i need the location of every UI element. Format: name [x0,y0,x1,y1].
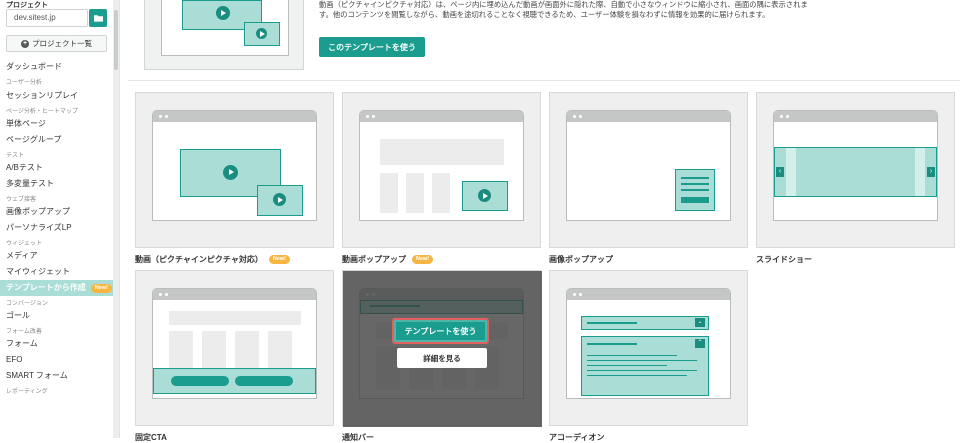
chevron-down-icon: ⌄ [695,318,705,327]
plus-circle-icon: + [21,39,29,48]
sidebar-scroll-thumb[interactable] [114,10,118,70]
template-title: スライドショー [756,255,812,264]
use-this-template-button[interactable]: このテンプレートを使う [319,37,425,57]
chevron-up-icon: ⌃ [695,339,705,348]
sidebar-nav: ダッシュボードユーザー分析セッションリプレイページ分析・ヒートマップ 単体ページペ… [0,59,114,396]
hover-overlay: テンプレートを使う 詳細を見る [343,271,542,427]
nav-section-heading: フォーム改善 [6,329,42,335]
template-thumbnail[interactable]: テンプレートを使う 詳細を見る [342,270,542,427]
sidebar-nav-item[interactable]: セッションリプレイ [0,88,114,104]
new-badge: New! [412,255,434,264]
sidebar-nav-item[interactable]: メディア [0,248,114,264]
project-domain-select[interactable]: dev.sitest.jp [6,9,88,27]
view-details-button[interactable]: 詳細を見る [397,348,487,368]
chevron-left-icon: ‹ [776,167,784,177]
nav-section-heading: ウィジェット [6,241,43,247]
sidebar-nav-item[interactable]: 画像ポップアップ [0,204,114,220]
template-thumbnail[interactable] [135,270,334,426]
template-video-pip[interactable]: 動画（ピクチャインピクチャ対応） New! [135,92,334,265]
nav-section-heading: ウェブ接客 [6,197,37,203]
nav-section-heading: コンバージョン [6,301,48,307]
sidebar-nav-item[interactable]: ページグループ [0,132,114,148]
sidebar-nav-item[interactable]: マイウィジェット [0,264,114,280]
nav-section-heading: テスト [6,153,25,159]
sidebar-nav-item[interactable]: ダッシュボード [0,59,114,75]
template-thumbnail[interactable]: ⌄ ⌃ [549,270,748,426]
sidebar-nav-item[interactable]: テンプレートから作成 New! [0,280,114,296]
main-content: 動画（ピクチャインピクチャ対応）は、ページ内に埋め込んだ動画が画面外に隠れた際、… [120,0,960,442]
divider [128,80,960,81]
selected-template-preview [144,0,304,70]
template-thumbnail[interactable] [549,92,748,248]
sidebar: プロジェクト dev.sitest.jp + プロジェクト一覧 ダッシュボードユ… [0,0,120,438]
folder-button[interactable] [89,9,107,27]
new-badge: New! [90,283,112,293]
template-description: 動画（ピクチャインピクチャ対応）は、ページ内に埋め込んだ動画が画面外に隠れた際、… [319,0,808,19]
project-list-button[interactable]: + プロジェクト一覧 [6,35,107,52]
sidebar-nav-item[interactable]: A/Bテスト [0,160,114,176]
template-title: 動画ポップアップ [342,255,406,264]
nav-section-heading: レポーティング [6,389,48,395]
template-video-popup[interactable]: 動画ポップアップ New! [342,92,541,265]
folder-icon [93,15,103,22]
template-title: 動画（ピクチャインピクチャ対応） [135,255,263,264]
sidebar-nav-item[interactable]: ゴール [0,308,114,324]
sidebar-nav-item[interactable]: SMART フォーム [0,368,114,384]
sidebar-nav-item-label: テンプレートから作成 [6,283,86,292]
template-thumbnail[interactable]: ‹ › [756,92,955,248]
nav-section-heading: ページ分析・ヒートマップ [6,109,78,115]
sidebar-nav-item[interactable]: 多変量テスト [0,176,114,192]
template-accordion[interactable]: ⌄ ⌃ アコーディオン [549,270,748,443]
sidebar-nav-item[interactable]: EFO [0,352,114,368]
sidebar-nav-item[interactable]: 単体ページ [0,116,114,132]
project-list-label: プロジェクト一覧 [32,39,92,48]
template-image-popup[interactable]: 画像ポップアップ [549,92,748,265]
template-thumbnail[interactable] [135,92,334,248]
nav-section-heading: ユーザー分析 [6,80,42,86]
template-title: 画像ポップアップ [549,255,613,264]
template-notification-bar[interactable]: テンプレートを使う 詳細を見る 通知バー [342,270,542,443]
template-thumbnail[interactable] [342,92,541,248]
use-template-button[interactable]: テンプレートを使う [392,318,489,344]
chevron-right-icon: › [927,167,935,177]
template-fixed-cta[interactable]: 固定CTA [135,270,334,443]
template-slideshow[interactable]: ‹ › スライドショー [756,92,955,265]
sidebar-nav-item[interactable]: パーソナライズLP [0,220,114,236]
sidebar-nav-item[interactable]: フォーム [0,336,114,352]
new-badge: New! [268,255,290,264]
